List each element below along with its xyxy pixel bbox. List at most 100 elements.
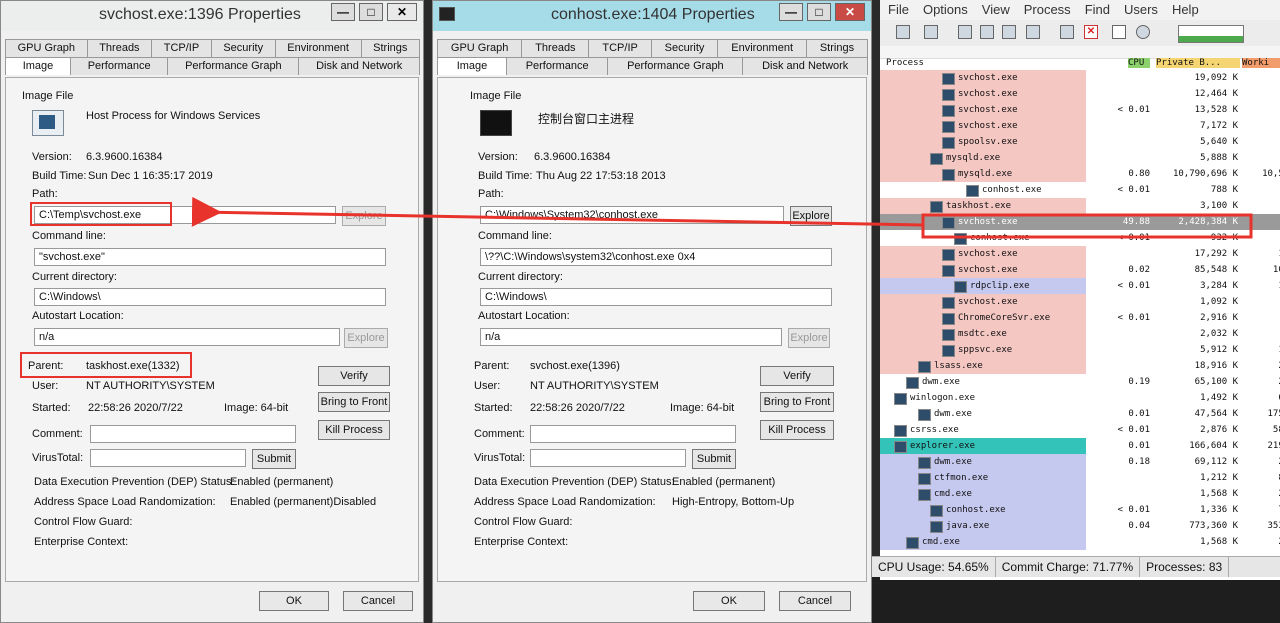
save-icon[interactable] bbox=[896, 25, 910, 39]
col-cpu[interactable]: CPU bbox=[1128, 58, 1150, 68]
verify-button[interactable]: Verify bbox=[760, 366, 834, 386]
process-row[interactable]: svchost.exe 12,464 K23, bbox=[880, 86, 1280, 102]
tab-gpu-graph[interactable]: GPU Graph bbox=[5, 39, 88, 57]
tab-strings[interactable]: Strings bbox=[360, 39, 420, 57]
cancel-button[interactable]: Cancel bbox=[343, 591, 413, 611]
tab-threads[interactable]: Threads bbox=[521, 39, 590, 57]
maximize-button[interactable]: □ bbox=[359, 3, 383, 21]
tab-tcpip[interactable]: TCP/IP bbox=[588, 39, 652, 57]
process-row[interactable]: ChromeCoreSvr.exe < 0.01 2,916 K9,1 bbox=[880, 310, 1280, 326]
process-row[interactable]: conhost.exe < 0.01 1,336 K7,22 bbox=[880, 502, 1280, 518]
menu-help[interactable]: Help bbox=[1172, 0, 1199, 20]
autostart-explore-button[interactable]: Explore bbox=[788, 328, 830, 348]
current-directory-field[interactable]: C:\Windows\ bbox=[480, 288, 832, 306]
path-explore-button[interactable]: Explore bbox=[342, 206, 386, 226]
process-row[interactable]: mysqld.exe 5,888 K6, bbox=[880, 150, 1280, 166]
tab-performance-graph[interactable]: Performance Graph bbox=[167, 57, 300, 75]
col-private-bytes[interactable]: Private B... bbox=[1156, 58, 1240, 68]
process-row[interactable]: conhost.exe < 0.01 788 K3, bbox=[880, 182, 1280, 198]
refresh-icon[interactable] bbox=[924, 25, 938, 39]
tab-disk-network[interactable]: Disk and Network bbox=[742, 57, 868, 75]
tab-tcpip[interactable]: TCP/IP bbox=[151, 39, 212, 57]
process-row[interactable]: dwm.exe 0.19 65,100 K2,03 bbox=[880, 374, 1280, 390]
menu-view[interactable]: View bbox=[982, 0, 1010, 20]
command-line-field[interactable]: \??\C:\Windows\system32\conhost.exe 0x4 bbox=[480, 248, 832, 266]
dll-view-icon[interactable] bbox=[1026, 25, 1040, 39]
minimize-button[interactable]: — bbox=[779, 3, 803, 21]
tab-security[interactable]: Security bbox=[650, 39, 719, 57]
process-row[interactable]: msdtc.exe 2,032 K6,6 bbox=[880, 326, 1280, 342]
command-line-field[interactable]: "svchost.exe" bbox=[34, 248, 386, 266]
system-info-icon[interactable] bbox=[958, 25, 972, 39]
virustotal-field[interactable] bbox=[90, 449, 246, 467]
path-explore-button[interactable]: Explore bbox=[790, 206, 832, 226]
col-working-set[interactable]: Worki bbox=[1242, 58, 1280, 68]
bring-to-front-button[interactable]: Bring to Front bbox=[760, 392, 834, 412]
process-row[interactable]: cmd.exe 1,568 K2,66 bbox=[880, 534, 1280, 550]
ok-button[interactable]: OK bbox=[259, 591, 329, 611]
autostart-field[interactable]: n/a bbox=[480, 328, 782, 346]
process-row[interactable]: csrss.exe < 0.01 2,876 K 58,92 bbox=[880, 422, 1280, 438]
minimize-button[interactable]: — bbox=[331, 3, 355, 21]
path-field[interactable]: C:\Windows\System32\conhost.exe bbox=[480, 206, 784, 224]
process-row[interactable]: dwm.exe 0.18 69,112 K2,80 bbox=[880, 454, 1280, 470]
title-bar[interactable]: svchost.exe:1396 Properties — □ ✕ bbox=[1, 1, 423, 31]
verify-button[interactable]: Verify bbox=[318, 366, 390, 386]
process-row[interactable]: spoolsv.exe 5,640 K13, bbox=[880, 134, 1280, 150]
current-directory-field[interactable]: C:\Windows\ bbox=[34, 288, 386, 306]
kill-process-button[interactable]: Kill Process bbox=[760, 420, 834, 440]
process-row[interactable]: explorer.exe 0.01 166,604 K 219,01 bbox=[880, 438, 1280, 454]
maximize-button[interactable]: □ bbox=[807, 3, 831, 21]
tab-image[interactable]: Image bbox=[437, 57, 507, 75]
tree-icon[interactable] bbox=[980, 25, 994, 39]
kill-process-button[interactable]: Kill Process bbox=[318, 420, 390, 440]
menu-options[interactable]: Options bbox=[923, 0, 968, 20]
comment-field[interactable] bbox=[530, 425, 736, 443]
tab-strings[interactable]: Strings bbox=[805, 39, 869, 57]
menu-users[interactable]: Users bbox=[1124, 0, 1158, 20]
process-row[interactable]: winlogon.exe 1,492 K6,25 bbox=[880, 390, 1280, 406]
process-row[interactable]: sppsvc.exe 5,912 K11,0 bbox=[880, 342, 1280, 358]
process-row[interactable]: lsass.exe 18,916 K25,6 bbox=[880, 358, 1280, 374]
process-row[interactable]: cmd.exe 1,568 K2,66 bbox=[880, 486, 1280, 502]
process-row[interactable]: dwm.exe 0.01 47,564 K 175,72 bbox=[880, 406, 1280, 422]
tab-gpu-graph[interactable]: GPU Graph bbox=[437, 39, 523, 57]
process-row[interactable]: ctfmon.exe 1,212 K8,59 bbox=[880, 470, 1280, 486]
process-row[interactable]: svchost.exe 49.88 2,428,384 K11, bbox=[880, 214, 1280, 230]
tab-image[interactable]: Image bbox=[5, 57, 71, 75]
lower-pane-icon[interactable] bbox=[1002, 25, 1016, 39]
process-row[interactable]: svchost.exe < 0.01 13,528 K23, bbox=[880, 102, 1280, 118]
virustotal-field[interactable] bbox=[530, 449, 686, 467]
submit-button[interactable]: Submit bbox=[692, 449, 736, 469]
submit-button[interactable]: Submit bbox=[252, 449, 296, 469]
process-row[interactable]: svchost.exe 0.02 85,548 K 109,4 bbox=[880, 262, 1280, 278]
menu-find[interactable]: Find bbox=[1085, 0, 1110, 20]
process-row[interactable]: svchost.exe 7,172 K11, bbox=[880, 118, 1280, 134]
title-bar[interactable]: conhost.exe:1404 Properties — □ ✕ bbox=[433, 1, 871, 31]
process-row[interactable]: mysqld.exe 0.80 10,790,696 K 10,520, bbox=[880, 166, 1280, 182]
tab-threads[interactable]: Threads bbox=[86, 39, 153, 57]
bring-to-front-button[interactable]: Bring to Front bbox=[318, 392, 390, 412]
col-process[interactable]: Process bbox=[886, 58, 924, 68]
tab-performance-graph[interactable]: Performance Graph bbox=[607, 57, 744, 75]
process-row[interactable]: java.exe 0.04 773,360 K 353,69 bbox=[880, 518, 1280, 534]
tab-performance[interactable]: Performance bbox=[505, 57, 609, 75]
tab-disk-network[interactable]: Disk and Network bbox=[298, 57, 420, 75]
cancel-button[interactable]: Cancel bbox=[779, 591, 851, 611]
tab-environment[interactable]: Environment bbox=[717, 39, 807, 57]
tab-performance[interactable]: Performance bbox=[69, 57, 169, 75]
properties-icon[interactable] bbox=[1060, 25, 1074, 39]
tab-environment[interactable]: Environment bbox=[274, 39, 362, 57]
tab-security[interactable]: Security bbox=[210, 39, 276, 57]
autostart-field[interactable]: n/a bbox=[34, 328, 340, 346]
close-button[interactable]: ✕ bbox=[835, 3, 865, 21]
process-row[interactable]: taskhost.exe 3,100 K6, bbox=[880, 198, 1280, 214]
process-row[interactable]: rdpclip.exe < 0.01 3,284 K11,2 bbox=[880, 278, 1280, 294]
menu-process[interactable]: Process bbox=[1024, 0, 1071, 20]
ok-button[interactable]: OK bbox=[693, 591, 765, 611]
process-row[interactable]: svchost.exe 17,292 K17,3 bbox=[880, 246, 1280, 262]
comment-field[interactable] bbox=[90, 425, 296, 443]
kill-icon[interactable]: ✕ bbox=[1084, 25, 1098, 39]
process-row[interactable]: svchost.exe 1,092 K4,5 bbox=[880, 294, 1280, 310]
process-row[interactable]: conhost.exe < 0.01 932 K3,8 bbox=[880, 230, 1280, 246]
